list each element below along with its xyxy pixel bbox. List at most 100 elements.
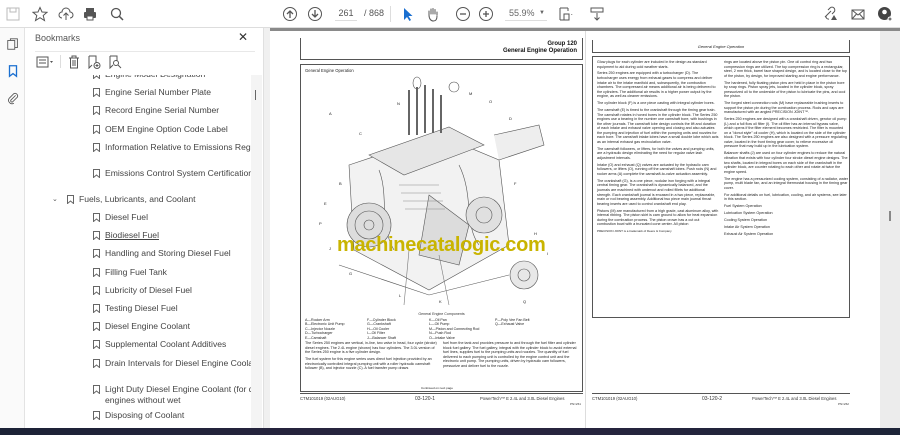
page-down-icon[interactable] [306,5,324,23]
section-link[interactable]: Fuel System Operation [724,204,848,209]
bookmark-item[interactable]: Handling and Storing Diesel Fuel [25,248,251,260]
bookmark-scrollbar[interactable] [251,75,262,428]
attachments-icon[interactable] [4,89,21,106]
bookmark-item[interactable]: Diesel Fuel [25,212,251,224]
email-icon[interactable] [849,5,867,23]
document-scrollbar[interactable] [880,31,900,428]
bookmark-star-icon[interactable] [31,5,49,23]
paragraph: Series 250 engines are equipped with a t… [597,71,716,99]
svg-text:O: O [489,99,492,104]
find-bookmark-icon[interactable] [108,55,122,69]
svg-text:J: J [329,246,331,251]
zoom-in-icon[interactable] [477,5,495,23]
text-column-1: Glow plugs for each cylinder are include… [597,60,719,236]
bookmark-icon [93,249,100,259]
bookmark-item[interactable]: Light Duty Diesel Engine Coolant (for di… [25,384,251,407]
text-box: Glow plugs for each cylinder are include… [592,56,850,318]
bookmark-item[interactable]: Disposing of Coolant [25,410,251,422]
bookmark-item[interactable]: Drain Intervals for Diesel Engine Coolan… [25,358,251,381]
section-link[interactable]: Cooling System Operation [724,218,848,223]
svg-text:D: D [509,116,512,121]
bookmark-label: Filling Fuel Tank [105,266,167,277]
section-link[interactable]: Lubrication System Operation [724,211,848,216]
print-icon[interactable] [81,5,99,23]
bookmark-item[interactable]: Information Relative to Emissions Regula… [25,142,251,165]
bookmark-icon [93,106,100,116]
page-number-input[interactable] [335,6,357,21]
svg-text:A: A [329,111,332,116]
footer-title: PowerTech™ E 2.4L and 3.0L Diesel Engine… [480,396,565,401]
bookmarks-panel: Bookmarks ✕ Engine Model DesignationEngi… [25,28,263,428]
hand-tool-icon[interactable] [424,5,442,23]
taskbar [0,428,900,435]
page-up-icon[interactable] [281,5,299,23]
legend-item: Q—Exhaust Valve [495,322,525,327]
bookmark-item[interactable]: OEM Engine Option Code Label [25,124,251,136]
legend-item: E—Camshaft [305,335,327,340]
bookmark-options-icon[interactable] [36,56,54,68]
bookmark-icon [93,168,100,179]
chevron-down-icon: ▼ [539,10,545,16]
paragraph: The crankshaft (G), is a one piece, nodu… [597,178,716,206]
figure-title: General Engine Operation [305,68,354,73]
bookmark-label: Light Duty Diesel Engine Coolant (for di… [105,383,251,406]
close-panel-button[interactable]: ✕ [238,30,248,44]
bookmark-item[interactable]: Engine Serial Number Plate [25,87,251,99]
zoom-out-icon[interactable] [454,5,472,23]
section-link[interactable]: Exhaust Air System Operation [724,232,848,237]
engine-illustration: ABCD EFGH IJKL MN OPQ [319,76,548,306]
bookmarks-icon[interactable] [4,62,21,79]
bookmark-item[interactable]: Emissions Control System Certification L… [25,168,251,191]
bookmark-label: Record Engine Serial Number [105,105,220,116]
figure-box: General Engine Operation ABCD EFGH IJ K … [300,64,583,392]
delete-bookmark-icon[interactable] [68,55,80,69]
page-header-box: General Engine Operation [592,40,850,53]
scrollbar-thumb[interactable] [255,90,256,100]
paragraph: The cylinder block (F) is a one piece ca… [597,101,715,106]
bookmark-item[interactable]: Supplemental Coolant Additives [25,339,251,351]
paragraph: The engine has a pressurized cooling sys… [724,176,849,190]
bookmark-item[interactable]: Record Engine Serial Number [25,105,251,117]
upload-cloud-icon[interactable] [57,5,75,23]
search-icon[interactable] [108,5,126,23]
bookmark-item[interactable]: Filling Fuel Tank [25,267,251,279]
bookmark-icon [93,304,100,314]
panel-splitter[interactable] [263,28,270,428]
bookmark-item[interactable]: Biodiesel Fuel [25,230,251,242]
paragraph: For additional details on fuel, lubricat… [724,192,847,202]
share-link-icon[interactable] [821,5,839,23]
bookmark-icon [93,358,100,369]
svg-text:K: K [439,299,442,304]
bookmark-list: Engine Model Designation Engine Serial Nu… [25,75,251,428]
bookmark-item[interactable]: Engine Model Designation [25,75,251,81]
new-bookmark-icon[interactable] [87,55,101,69]
footer-title: PowerTech™ E 2.4L and 3.0L Diesel Engine… [752,396,837,401]
account-icon[interactable] [876,5,894,23]
bookmark-icon [93,142,100,153]
paragraph: The hardened, fully floating piston pins… [724,80,846,99]
watermark: machinecatalogic.com [337,234,546,256]
fit-page-icon[interactable] [556,5,574,23]
chevron-down-icon[interactable]: ⌄ [52,194,58,206]
bookmark-label: Lubricity of Diesel Fuel [105,284,192,295]
bookmark-item[interactable]: ⌄ Fuels, Lubricants, and Coolant [25,194,251,206]
bookmark-label: Testing Diesel Fuel [105,303,178,313]
bookmark-label: Disposing of Coolant [105,409,185,420]
paragraph: The camshaft followers, or lifters, for … [597,146,715,160]
group-number: Group 120 [547,41,577,47]
zoom-level-dropdown[interactable]: 55.9% ▼ [505,6,547,21]
bookmark-label: Drain Intervals for Diesel Engine Coolan… [105,357,251,368]
bookmark-item[interactable]: Lubricity of Diesel Fuel [25,285,251,297]
footer-pn: PN=262 [838,402,849,406]
bookmark-item[interactable]: Diesel Engine Coolant [25,321,251,333]
section-link[interactable]: Intake Air System Operation [724,225,848,230]
bookmark-item[interactable]: Testing Diesel Fuel [25,303,251,315]
page-thumbnails-icon[interactable] [4,35,21,52]
select-pointer-icon[interactable] [399,5,417,23]
scroll-mode-icon[interactable] [588,5,606,23]
paragraph: The fuel system for this engine series u… [305,357,432,371]
scrollbar-thumb[interactable] [889,211,891,221]
footer-doc-id: CTM101019 (02AUG10) [592,396,638,401]
save-icon[interactable] [4,5,22,23]
bookmark-label: Diesel Fuel [105,212,148,222]
